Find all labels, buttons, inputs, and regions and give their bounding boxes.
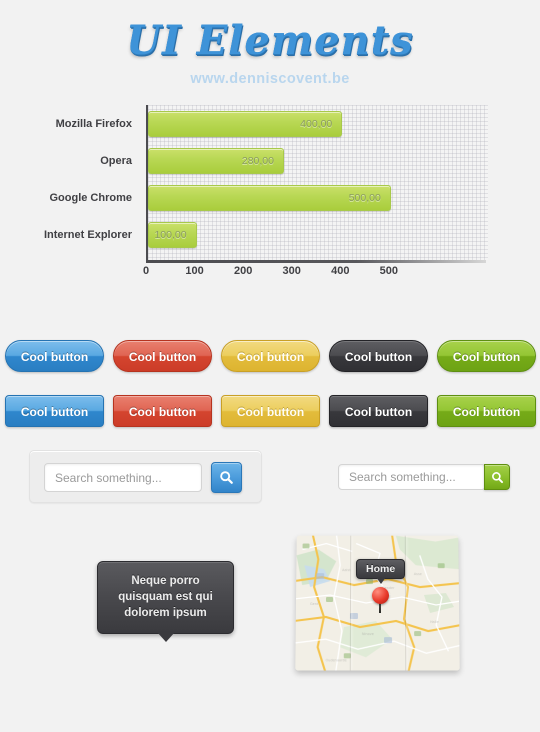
chart-x-tick-label: 300 [282, 265, 301, 277]
cool-button-dark-square[interactable]: Cool button [329, 395, 428, 427]
svg-text:Halle: Halle [430, 620, 439, 624]
page-title: UI Elements [0, 18, 540, 64]
map-home-label-arrow [375, 577, 386, 584]
square-button-row: Cool button Cool button Cool button Cool… [0, 395, 540, 431]
chart-bar: 500,00 [148, 185, 391, 211]
map-home-label[interactable]: Home [356, 559, 406, 584]
search-widget-boxed [29, 450, 262, 503]
rounded-button-row: Cool button Cool button Cool button Cool… [0, 340, 540, 376]
search-input[interactable] [338, 464, 486, 490]
chart-bar-value: 400,00 [300, 118, 333, 130]
search-button[interactable] [484, 464, 510, 490]
svg-text:Ninove: Ninove [362, 632, 374, 636]
chart-category-label: Google Chrome [49, 192, 132, 204]
svg-text:Oudenaarde: Oudenaarde [326, 658, 347, 662]
chart-plot-area: 400,00 280,00 500,00 100,00 [146, 105, 488, 260]
cool-button-yellow-rounded[interactable]: Cool button [221, 340, 320, 372]
search-icon [491, 471, 503, 483]
cool-button-green-square[interactable]: Cool button [437, 395, 536, 427]
tooltip-text: Neque porro quisquam est qui dolorem ips… [118, 575, 213, 619]
map-widget[interactable]: Aalst Gent Dender Asse Ninove Halle Oude… [295, 535, 460, 671]
chart-category-label: Opera [100, 155, 132, 167]
chart-bar: 400,00 [148, 111, 343, 137]
chart-x-axis-line [146, 260, 486, 263]
chart-bar-value: 100,00 [154, 229, 187, 241]
chart-category-label: Internet Explorer [43, 229, 132, 241]
svg-text:Gent: Gent [310, 602, 319, 606]
chart-x-tick-label: 0 [142, 265, 150, 277]
chart-x-tick-label: 100 [185, 265, 204, 277]
chart-y-axis-labels: Mozilla Firefox Opera Google Chrome Inte… [0, 105, 140, 260]
map-home-label-text: Home [366, 563, 396, 575]
chart-category-label: Mozilla Firefox [55, 118, 132, 130]
chart-x-tick-label: 400 [331, 265, 350, 277]
search-button[interactable] [211, 462, 242, 493]
chart-bar-value: 280,00 [241, 155, 274, 167]
cool-button-dark-rounded[interactable]: Cool button [329, 340, 428, 372]
page-header: UI Elements www.denniscovent.be [0, 0, 540, 88]
cool-button-yellow-square[interactable]: Cool button [221, 395, 320, 427]
chart-bar: 280,00 [148, 148, 284, 174]
svg-text:Asse: Asse [414, 572, 422, 576]
chart-bar-value: 500,00 [348, 192, 381, 204]
chart-x-axis-labels: 0 100 200 300 400 500 [142, 265, 486, 283]
chart-x-tick-label: 200 [233, 265, 253, 277]
search-input[interactable] [44, 463, 202, 492]
chart-x-tick-label: 500 [379, 265, 399, 277]
bar-chart: Mozilla Firefox Opera Google Chrome Inte… [0, 105, 540, 300]
cool-button-red-rounded[interactable]: Cool button [113, 340, 212, 372]
cool-button-green-rounded[interactable]: Cool button [437, 340, 536, 372]
cool-button-blue-rounded[interactable]: Cool button [5, 340, 104, 372]
map-pin-head [372, 587, 389, 604]
search-widget-plain [338, 464, 510, 490]
cool-button-blue-square[interactable]: Cool button [5, 395, 104, 427]
chart-bar: 100,00 [148, 222, 197, 248]
tooltip: Neque porro quisquam est qui dolorem ips… [97, 561, 234, 642]
cool-button-red-square[interactable]: Cool button [113, 395, 212, 427]
tooltip-arrow [156, 632, 175, 642]
site-url: www.denniscovent.be [190, 71, 350, 87]
map-pin-icon[interactable] [372, 587, 390, 613]
search-icon [220, 471, 233, 484]
